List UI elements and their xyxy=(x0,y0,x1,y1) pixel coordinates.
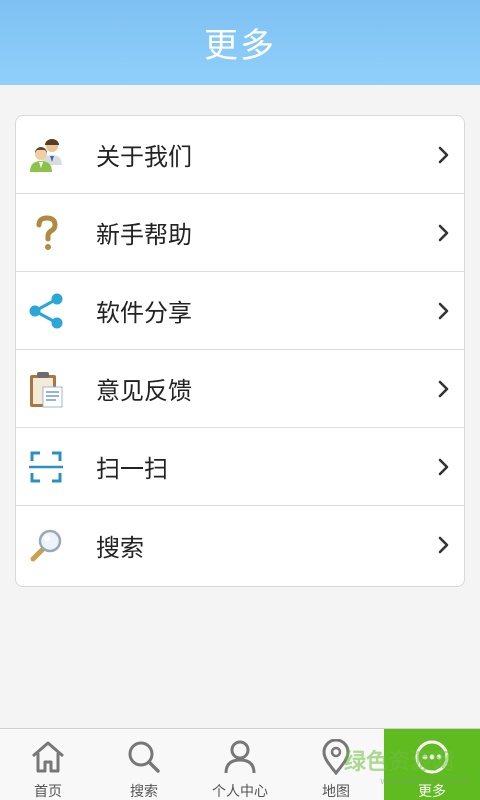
menu-item-label: 新手帮助 xyxy=(96,221,192,249)
menu-list: 关于我们 新手帮助 软件分享 意见反馈 扫一扫 搜索 xyxy=(15,115,465,587)
page-title: 更多 xyxy=(204,26,276,66)
tab-profile[interactable]: 个人中心 xyxy=(192,729,288,800)
chevron-right-icon xyxy=(438,536,449,554)
tab-more[interactable]: 更多 xyxy=(384,729,480,800)
tab-map[interactable]: 地图 xyxy=(288,729,384,800)
tab-label: 更多 xyxy=(418,784,446,800)
menu-item-search[interactable]: 搜索 xyxy=(16,506,464,584)
question-icon xyxy=(26,213,66,253)
magnifier-icon xyxy=(26,525,66,565)
tab-home[interactable]: 首页 xyxy=(0,729,96,800)
person-icon xyxy=(220,737,260,777)
share-icon xyxy=(26,291,66,331)
tab-label: 搜索 xyxy=(130,784,158,800)
menu-item-label: 关于我们 xyxy=(96,143,192,171)
tab-label: 个人中心 xyxy=(212,784,268,800)
scan-icon xyxy=(26,447,66,487)
users-icon xyxy=(26,135,66,175)
menu-item-feedback[interactable]: 意见反馈 xyxy=(16,350,464,428)
search-icon xyxy=(124,737,164,777)
chevron-right-icon xyxy=(438,224,449,242)
chevron-right-icon xyxy=(438,380,449,398)
tab-label: 首页 xyxy=(34,784,62,800)
app-header: 更多 xyxy=(0,0,480,85)
more-icon xyxy=(412,737,452,777)
home-icon xyxy=(28,737,68,777)
menu-item-share-app[interactable]: 软件分享 xyxy=(16,272,464,350)
menu-item-scan[interactable]: 扫一扫 xyxy=(16,428,464,506)
menu-item-label: 意见反馈 xyxy=(96,377,192,405)
tab-label: 地图 xyxy=(322,784,350,800)
chevron-right-icon xyxy=(438,146,449,164)
menu-item-beginner-help[interactable]: 新手帮助 xyxy=(16,194,464,272)
bottom-tab-bar: 首页 搜索 个人中心 地图 更多 xyxy=(0,728,480,800)
menu-item-label: 扫一扫 xyxy=(96,455,168,483)
map-pin-icon xyxy=(316,737,356,777)
chevron-right-icon xyxy=(438,302,449,320)
menu-item-label: 软件分享 xyxy=(96,299,192,327)
menu-item-label: 搜索 xyxy=(96,533,144,562)
tab-search[interactable]: 搜索 xyxy=(96,729,192,800)
menu-item-about-us[interactable]: 关于我们 xyxy=(16,116,464,194)
chevron-right-icon xyxy=(438,458,449,476)
clipboard-icon xyxy=(26,369,66,409)
